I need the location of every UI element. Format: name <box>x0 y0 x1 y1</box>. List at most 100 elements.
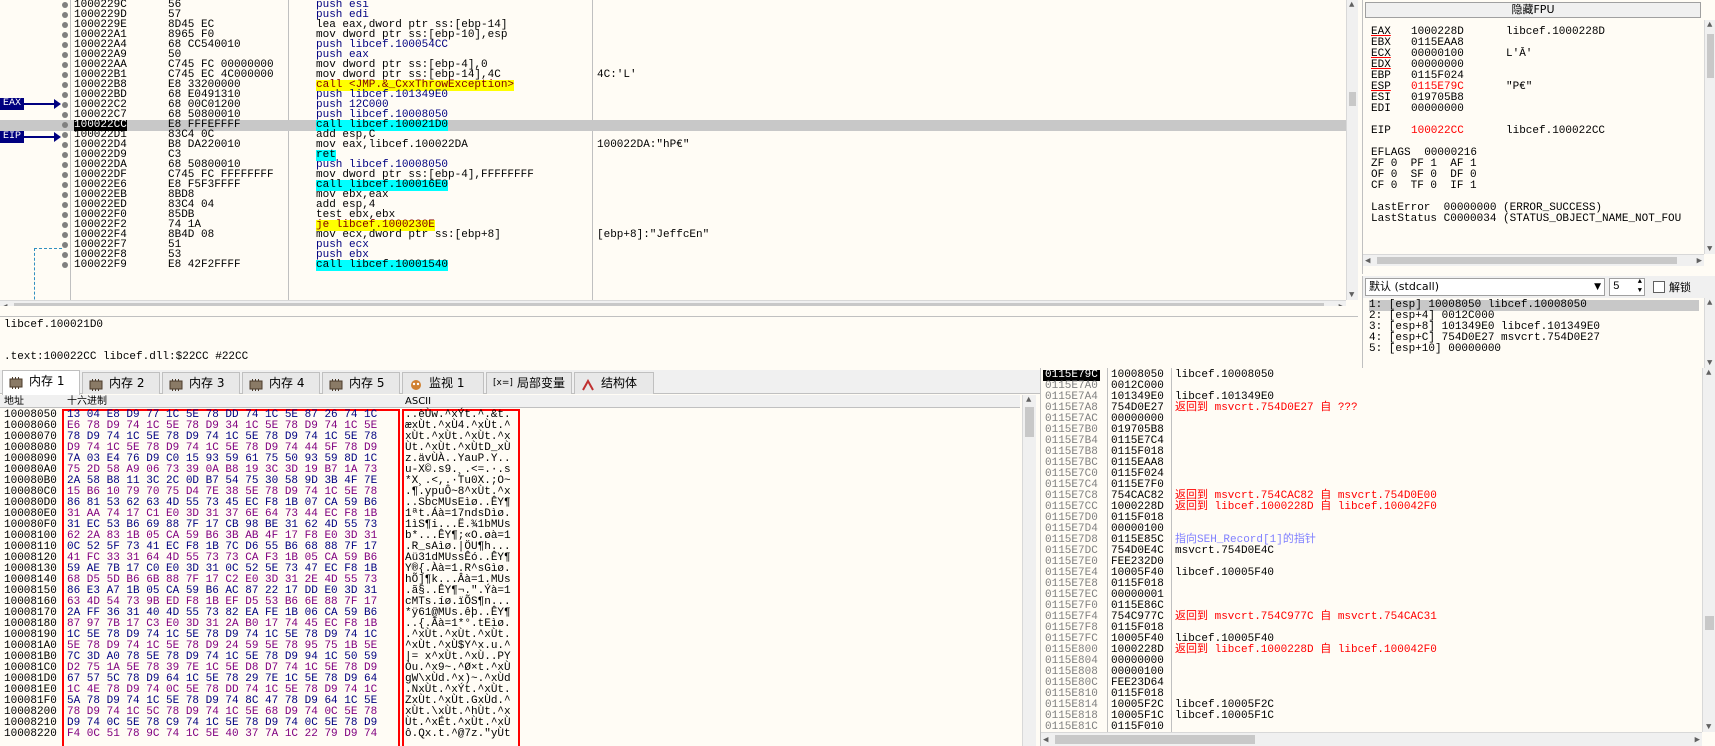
breakpoint-dot[interactable] <box>62 12 68 18</box>
scroll-left-icon[interactable]: ◀ <box>1043 735 1048 745</box>
breakpoint-dot[interactable] <box>62 82 68 88</box>
breakpoint-dot[interactable] <box>62 42 68 48</box>
breakpoint-dot[interactable] <box>62 142 68 148</box>
calling-convention-select[interactable]: 默认 (stdcall) ▼ <box>1365 278 1605 296</box>
args-vscroll[interactable]: ▲ ▼ <box>1704 298 1715 368</box>
stack-arguments[interactable]: 1: [esp] 10008050 libcef.10008050 2: [esp… <box>1362 298 1715 368</box>
breakpoint-dot[interactable] <box>62 222 68 228</box>
scroll-right-icon[interactable]: ▶ <box>1695 735 1700 745</box>
dump-hex[interactable]: F4 0C 51 78 9C 74 1C 5E 40 37 7A 1C 22 7… <box>67 729 377 740</box>
arg-count-value: 5 <box>1613 281 1620 293</box>
tab-label: 结构体 <box>601 376 638 390</box>
tab-1[interactable]: 内存 1 <box>2 370 80 395</box>
scroll-thumb[interactable] <box>14 303 1324 306</box>
disasm-row[interactable]: 100022F9 E8 42F2FFFF call libcef.10001540 <box>0 260 1346 271</box>
memory-icon <box>329 377 343 391</box>
scroll-up-icon[interactable]: ▲ <box>1707 20 1712 30</box>
registers-vscroll[interactable]: ▲ ▼ <box>1704 20 1715 254</box>
scroll-thumb[interactable] <box>1377 257 1677 264</box>
disassembly-hscroll[interactable]: ◀ ▶ <box>0 300 1346 306</box>
scroll-down-icon[interactable]: ▼ <box>1707 244 1712 254</box>
breakpoint-dot[interactable] <box>62 32 68 38</box>
dump-vscroll[interactable]: ▲ <box>1022 395 1036 746</box>
scroll-down-icon[interactable]: ▼ <box>1707 358 1712 368</box>
scroll-down-icon[interactable]: ▼ <box>1706 722 1711 732</box>
stack-view[interactable]: 0115E79C 10008050 libcef.10008050 0115E7A0 0… <box>1040 368 1715 746</box>
breakpoint-dot[interactable] <box>62 242 68 248</box>
tab-3[interactable]: 内存 3 <box>162 372 240 394</box>
disassembly-vscroll[interactable]: ▲ ▼ <box>1346 0 1358 300</box>
breakpoint-dot[interactable] <box>62 172 68 178</box>
calling-convention-value: 默认 (stdcall) <box>1369 280 1440 293</box>
unlock-checkbox[interactable] <box>1653 281 1665 293</box>
tab-label: 内存 2 <box>109 376 145 390</box>
tab-label: 内存 1 <box>29 374 65 388</box>
tab-6[interactable]: 监视 1 <box>402 372 484 394</box>
calling-convention-bar: 默认 (stdcall) ▼ 5 ▲ ▼ 解锁 <box>1362 276 1715 298</box>
breakpoint-dot[interactable] <box>62 112 68 118</box>
stack-hscroll[interactable]: ◀ ▶ <box>1041 732 1702 746</box>
register-name: LastStatus C0000034 (STATUS_OBJECT_NAME_… <box>1371 213 1682 225</box>
breakpoint-dot[interactable] <box>62 92 68 98</box>
arg-count-spinner[interactable]: 5 ▲ ▼ <box>1609 278 1645 296</box>
memory-icon <box>249 377 263 391</box>
argument-row[interactable]: 5: [esp+10] 00000000 <box>1369 344 1501 355</box>
breakpoint-dot[interactable] <box>62 52 68 58</box>
memory-dump[interactable]: 地址 十六进制 ASCII 10008050 13 04 E8 D9 77 1C … <box>0 395 1038 746</box>
scroll-thumb[interactable] <box>1349 92 1356 106</box>
breakpoint-dot[interactable] <box>62 162 68 168</box>
tab-label: 内存 3 <box>189 376 225 390</box>
registers-hscroll[interactable]: ◀ ▶ <box>1363 254 1704 266</box>
scroll-down-icon[interactable]: ▼ <box>1349 290 1354 300</box>
spinner-arrows-icon[interactable]: ▲ ▼ <box>1638 278 1642 296</box>
register-row[interactable]: LastStatus C0000034 (STATUS_OBJECT_NAME_… <box>1371 213 1701 225</box>
breakpoint-dot[interactable] <box>62 102 68 108</box>
dump-header: 地址 十六进制 ASCII <box>0 395 1020 408</box>
breakpoint-dot[interactable] <box>62 22 68 28</box>
scroll-up-icon[interactable]: ▲ <box>1349 0 1354 10</box>
tab-7[interactable]: [x=] 局部变量 <box>486 372 572 394</box>
breakpoint-dot[interactable] <box>62 62 68 68</box>
breakpoint-dot[interactable] <box>62 122 68 128</box>
stack-comment: 返回到 libcef.1000228D 自 libcef.100042F0 <box>1175 501 1437 513</box>
debugger-window: 1000229C 56 push esi 1000229D 57 push edi 1000… <box>0 0 1715 746</box>
breakpoint-dot[interactable] <box>62 152 68 158</box>
registers-pane: 隐藏FPU EAX 1000228D libcef.1000228D EBX 0115E… <box>1362 0 1715 274</box>
hide-fpu-button[interactable]: 隐藏FPU <box>1365 2 1701 18</box>
breakpoint-dot[interactable] <box>62 182 68 188</box>
scroll-thumb[interactable] <box>1025 407 1034 437</box>
breakpoint-dot[interactable] <box>62 192 68 198</box>
disasm-instruction: call libcef.10001540 <box>316 259 449 271</box>
breakpoint-dot[interactable] <box>62 212 68 218</box>
scroll-right-icon[interactable]: ▶ <box>1339 302 1344 306</box>
disassembly-view[interactable]: 1000229C 56 push esi 1000229D 57 push edi 1000… <box>0 0 1358 306</box>
scroll-thumb[interactable] <box>1055 735 1255 744</box>
tab-4[interactable]: 内存 4 <box>242 372 320 394</box>
scroll-up-icon[interactable]: ▲ <box>1026 395 1031 405</box>
tab-5[interactable]: 内存 5 <box>322 372 400 394</box>
stack-comment: 返回到 msvcrt.754C977C 自 msvcrt.754CAC31 <box>1175 611 1437 623</box>
dump-ascii[interactable]: ô.Qx.t.^@7z."yÙt <box>405 729 511 740</box>
breakpoint-dot[interactable] <box>62 232 68 238</box>
eip-arrow <box>24 136 54 138</box>
tab-label: 内存 5 <box>349 376 385 390</box>
tab-8[interactable]: 结构体 <box>574 372 654 394</box>
scroll-left-icon[interactable]: ◀ <box>2 302 7 306</box>
scroll-up-icon[interactable]: ▲ <box>1707 298 1712 308</box>
breakpoint-dot[interactable] <box>62 72 68 78</box>
scroll-right-icon[interactable]: ▶ <box>1697 256 1702 266</box>
scroll-left-icon[interactable]: ◀ <box>1365 256 1370 266</box>
scroll-thumb[interactable] <box>1707 34 1714 78</box>
tab-2[interactable]: 内存 2 <box>82 372 160 394</box>
breakpoint-dot[interactable] <box>62 2 68 8</box>
breakpoint-dot[interactable] <box>62 262 68 268</box>
breakpoint-dot[interactable] <box>62 132 68 138</box>
stack-comment: msvcrt.754D0E4C <box>1175 545 1275 557</box>
breakpoint-dot[interactable] <box>62 252 68 258</box>
stack-vscroll[interactable]: ▲ ▼ <box>1702 368 1715 732</box>
scroll-thumb[interactable] <box>1705 616 1714 630</box>
breakpoint-dot[interactable] <box>62 202 68 208</box>
stack-comment: libcef.10005F1C <box>1175 710 1275 722</box>
scroll-up-icon[interactable]: ▲ <box>1706 368 1711 378</box>
watch-icon <box>409 377 423 390</box>
